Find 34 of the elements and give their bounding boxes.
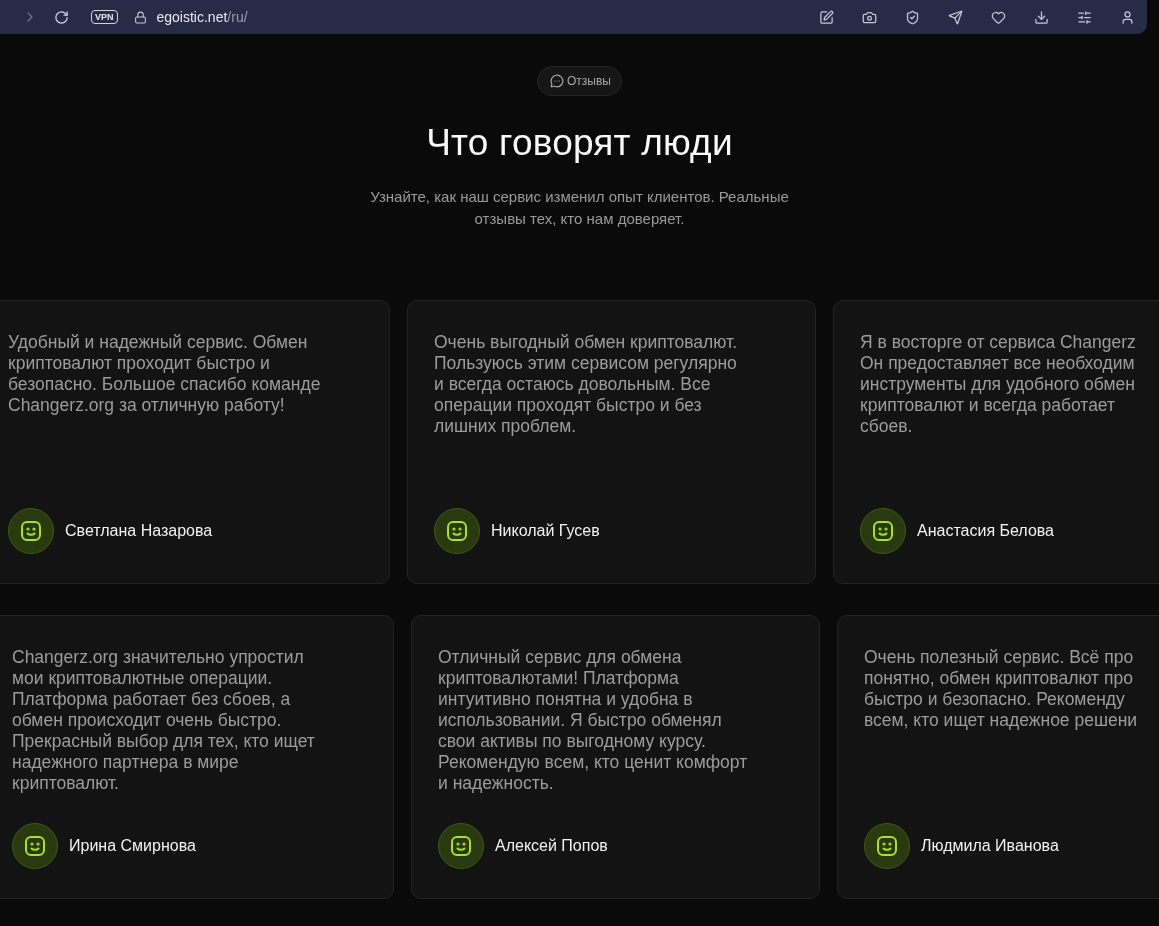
- review-text: Очень полезный сервис. Всё про понятно, обмен криптовалют про быстро и безопасно. Рекоменду всем, кто ищет надежное решени: [864, 647, 1139, 731]
- reviewer-name: Николай Гусев: [491, 522, 600, 540]
- smiley-face-icon: [871, 519, 895, 543]
- camera-icon[interactable]: [862, 9, 877, 25]
- shield-check-icon[interactable]: [905, 9, 920, 25]
- review-text: Changerz.org значительно упростил мои криптовалютные операции. Платформа работает без сбоев, а обмен происходит очень быстро. Прекрасный выбор для тех, кто ищет надежного партнера в мире криптовалют.: [12, 647, 316, 794]
- review-text: Отличный сервис для обмена криптовалютами! Платформа интуитивно понятна и удобна в использовании. Я быстро обменял свои активы по выгодному курсу. Рекомендую всем, кто ценит комфорт и надежность.: [438, 647, 749, 794]
- reviewer-name: Ирина Смирнова: [69, 837, 196, 855]
- reviewer-name: Людмила Иванова: [921, 837, 1059, 855]
- reviewer-name: Светлана Назарова: [65, 522, 213, 540]
- reviewer-name: Алексей Попов: [495, 837, 608, 855]
- review-text: Я в восторге от сервиса Changerz Он предоставляет все необходим инструменты для удобного обмен криптовалют и всегда работает сбоев.: [860, 332, 1137, 437]
- reload-icon[interactable]: [54, 9, 69, 25]
- badge-label: Отзывы: [567, 74, 611, 88]
- user-icon[interactable]: [1120, 9, 1135, 25]
- lock-icon: [133, 10, 147, 24]
- vpn-badge[interactable]: VPN: [91, 10, 118, 24]
- smiley-face-icon: [23, 834, 47, 858]
- section-subtitle: Узнайте, как наш сервис изменил опыт клиентов. Реальные отзывы тех, кто нам доверяет.: [370, 187, 789, 229]
- smiley-face-icon: [19, 519, 43, 543]
- edit-icon[interactable]: [819, 9, 834, 25]
- send-icon[interactable]: [948, 9, 963, 25]
- heart-icon[interactable]: [991, 9, 1006, 25]
- smiley-face-icon: [445, 519, 469, 543]
- smiley-face-icon: [449, 834, 473, 858]
- chat-icon: [550, 74, 564, 88]
- review-text: Очень выгодный обмен криптовалют. Пользуюсь этим сервисом регулярно и всегда остаюсь довольным. Все операции проходят быстро и без лишних проблем.: [434, 332, 738, 437]
- smiley-face-icon: [875, 834, 899, 858]
- address-field[interactable]: egoistic.net/ru/: [156, 9, 248, 25]
- download-icon[interactable]: [1034, 9, 1049, 25]
- review-text: Удобный и надежный сервис. Обмен криптовалют проходит быстро и безопасно. Большое спасибо команде Changerz.org за отличную работу!: [8, 332, 322, 416]
- section-title: Что говорят люди: [426, 122, 733, 164]
- reviewer-name: Анастасия Белова: [917, 522, 1054, 540]
- sliders-icon[interactable]: [1077, 9, 1092, 25]
